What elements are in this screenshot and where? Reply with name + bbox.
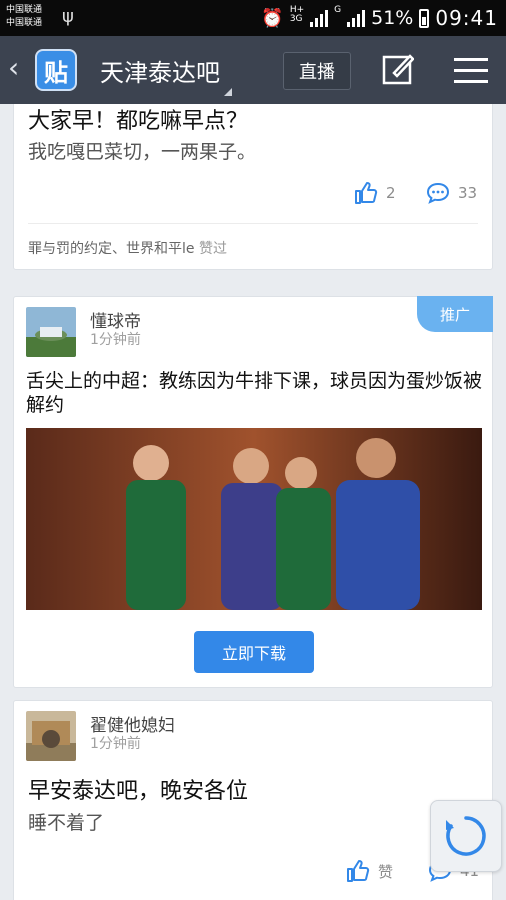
post-card[interactable]: 大家早！都吃嘛早点？ 我吃嘎巴菜切，一两果子。 2 33 罪与罚的约定、世界和平… (13, 104, 493, 270)
liked-by-suffix: 赞过 (198, 241, 227, 257)
status-bar: 中国联通 中国联通 ψ ⏰ H+ 3G G 51% 09:41 (0, 0, 506, 36)
post-time: 1分钟前 (90, 332, 141, 348)
post-title[interactable]: 大家早！都吃嘛早点？ (28, 104, 248, 135)
menu-icon[interactable] (454, 58, 488, 84)
alarm-icon: ⏰ (261, 7, 284, 29)
thumbs-up-icon (347, 860, 370, 882)
post-time: 1分钟前 (90, 736, 141, 752)
promo-badge: 推广 (417, 296, 493, 332)
carrier-2: 中国联通 (6, 18, 43, 28)
back-icon[interactable]: ‹ (8, 54, 19, 82)
compose-icon[interactable] (382, 53, 414, 85)
battery-percent: 51% (371, 7, 414, 29)
liked-by-names[interactable]: 罪与罚的约定、世界和平le (28, 241, 195, 257)
ad-image[interactable] (26, 428, 482, 610)
nav-bar: ‹ 贴 天津泰达吧 直播 (0, 36, 506, 104)
liked-by[interactable]: 罪与罚的约定、世界和平le 赞过 (28, 238, 227, 258)
carrier-info: 中国联通 中国联通 (6, 4, 42, 30)
tieba-logo-icon[interactable]: 贴 (35, 49, 77, 91)
refresh-icon (446, 816, 486, 856)
status-icons: ⏰ H+ 3G G 51% 09:41 (261, 0, 498, 36)
avatar[interactable] (26, 711, 76, 761)
thumbs-up-icon (355, 182, 378, 204)
battery-icon (419, 8, 430, 28)
post-card[interactable]: 翟健他媳妇 1分钟前 早安泰达吧，晚安各位 睡不着了 赞 41 (13, 700, 493, 900)
divider (28, 223, 478, 224)
like-button[interactable]: 2 (354, 181, 396, 205)
forum-title[interactable]: 天津泰达吧 (100, 53, 220, 88)
dropdown-indicator-icon (224, 88, 232, 96)
comment-icon (426, 182, 450, 204)
post-body: 睡不着了 (28, 812, 105, 834)
download-button[interactable]: 立即下载 (194, 631, 314, 673)
post-title[interactable]: 早安泰达吧，晚安各位 (28, 773, 248, 805)
like-label: 赞 (378, 862, 394, 881)
clock: 09:41 (435, 6, 498, 30)
comment-button[interactable]: 33 (426, 181, 477, 205)
like-count: 2 (386, 184, 396, 202)
avatar[interactable] (26, 307, 76, 357)
refresh-button[interactable] (430, 800, 502, 872)
signal-icon-1 (310, 9, 329, 27)
live-button[interactable]: 直播 (283, 52, 351, 90)
carrier-1: 中国联通 (6, 5, 43, 15)
promoted-post-card[interactable]: 懂球帝 1分钟前 推广 舌尖上的中超：教练因为牛排下课，球员因为蛋炒饭被解约 立… (13, 296, 493, 688)
like-button[interactable]: 赞 (346, 859, 393, 883)
network-type-1: H+ 3G (289, 5, 305, 24)
comment-count: 33 (458, 184, 478, 202)
post-headline[interactable]: 舌尖上的中超：教练因为牛排下课，球员因为蛋炒饭被解约 (26, 369, 486, 417)
network-type-2: G (334, 5, 342, 15)
post-feed: 大家早！都吃嘛早点？ 我吃嘎巴菜切，一两果子。 2 33 罪与罚的约定、世界和平… (0, 104, 506, 900)
post-body: 我吃嘎巴菜切，一两果子。 (28, 141, 257, 163)
signal-icon-2 (347, 9, 366, 27)
usb-icon: ψ (62, 6, 74, 27)
